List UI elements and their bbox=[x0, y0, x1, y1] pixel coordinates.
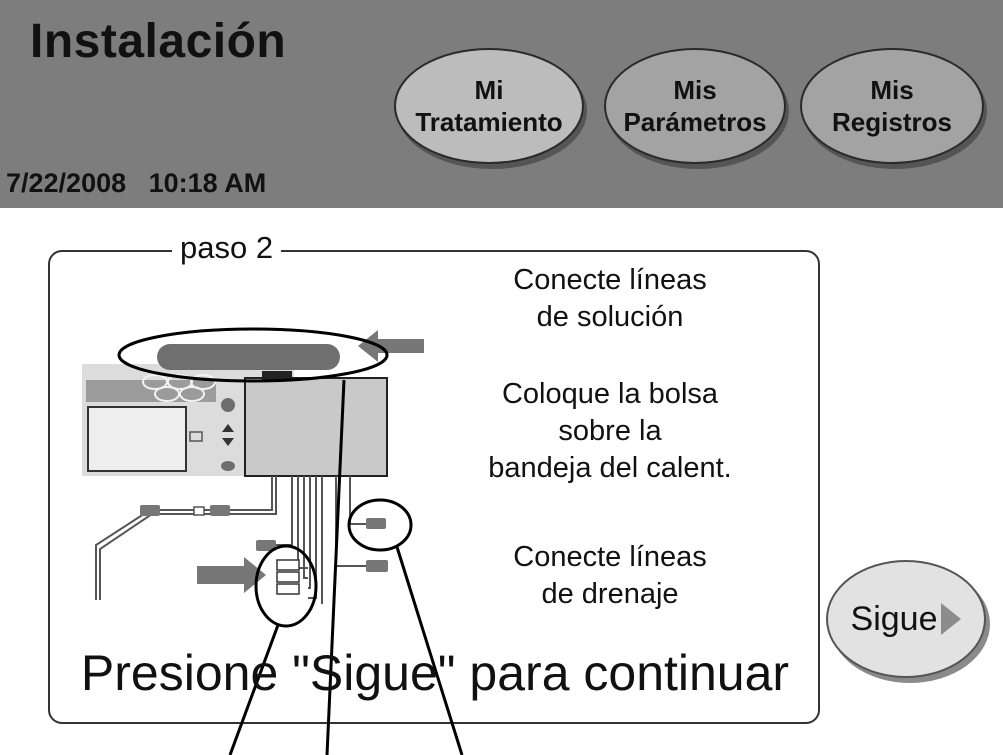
my-records-label: Mis Registros bbox=[832, 75, 952, 137]
my-treatment-label: Mi Tratamiento bbox=[415, 75, 563, 137]
next-button[interactable]: Sigue bbox=[826, 560, 986, 678]
date-time: 7/22/2008 10:18 AM bbox=[6, 168, 266, 199]
instruction-solution-lines: Conecte líneas de solución bbox=[513, 264, 707, 333]
my-parameters-button[interactable]: Mis Parámetros bbox=[604, 48, 786, 164]
header-bar: Instalación 7/22/2008 10:18 AM Mi Tratam… bbox=[0, 0, 1003, 208]
my-parameters-label: Mis Parámetros bbox=[623, 75, 767, 137]
play-arrow-icon bbox=[941, 603, 962, 635]
install-screen: Instalación 7/22/2008 10:18 AM Mi Tratam… bbox=[0, 0, 1003, 755]
my-records-button[interactable]: Mis Registros bbox=[800, 48, 984, 164]
page-title: Instalación bbox=[30, 15, 287, 68]
next-button-label: Sigue bbox=[850, 599, 938, 638]
step-label: paso 2 bbox=[172, 230, 282, 266]
instruction-place-bag: Coloque la bolsa sobre la bandeja del ca… bbox=[488, 378, 732, 484]
continue-prompt: Presione "Sigue" para continuar bbox=[80, 645, 790, 701]
time-text: 10:18 AM bbox=[148, 168, 267, 198]
date-text: 7/22/2008 bbox=[6, 168, 127, 198]
my-treatment-button[interactable]: Mi Tratamiento bbox=[394, 48, 584, 164]
instruction-drain-lines: Conecte líneas de drenaje bbox=[513, 541, 707, 610]
